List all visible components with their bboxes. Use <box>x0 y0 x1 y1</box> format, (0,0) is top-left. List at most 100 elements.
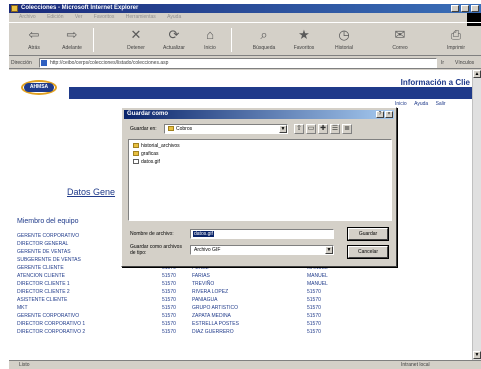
table-cell[interactable]: 51570 <box>307 288 321 296</box>
filename-label: Nombre de archivo: <box>130 231 174 237</box>
list-view-icon[interactable]: ☰ <box>330 124 340 134</box>
stop-button[interactable]: ✕ Detener <box>121 26 151 54</box>
chevron-down-icon[interactable]: ▼ <box>279 125 287 133</box>
new-folder-icon[interactable]: ✚ <box>318 124 328 134</box>
table-cell[interactable]: 51570 <box>162 328 176 336</box>
table-cell[interactable]: 51570 <box>162 312 176 320</box>
datos-generales-link[interactable]: Datos Gene <box>67 187 115 197</box>
table-cell[interactable]: DIAZ GUERRERO <box>192 328 234 336</box>
table-cell[interactable]: GERENTE CORPORATIVO <box>17 232 79 240</box>
mail-icon: ✉ <box>394 27 406 42</box>
details-view-icon[interactable]: ≣ <box>342 124 352 134</box>
table-cell[interactable]: ASISTENTE CLIENTE <box>17 296 67 304</box>
vertical-scrollbar[interactable]: ▲ ▼ <box>472 70 481 360</box>
filetype-select[interactable]: Archivo GIF ▼ <box>190 245 334 255</box>
table-cell[interactable]: MANUEL <box>307 280 328 288</box>
table-cell[interactable]: 51570 <box>307 304 321 312</box>
table-row: GERENTE CORPORATIVO 51570 ZAPATA MEDINA 515… <box>17 312 472 320</box>
home-button[interactable]: ⌂ Inicio <box>195 26 225 54</box>
folder-icon <box>133 143 139 149</box>
folder-icon <box>133 151 139 157</box>
minimize-button[interactable] <box>451 5 459 12</box>
menu-ver[interactable]: Ver <box>75 14 83 20</box>
address-bar: Dirección http://ceibo/cerps/colecciones… <box>9 57 481 69</box>
back-arrow-icon: ⇦ <box>28 27 40 42</box>
status-text: Listo <box>19 362 30 368</box>
table-cell[interactable]: DIRECTOR CLIENTE 2 <box>17 288 70 296</box>
header-band <box>69 87 472 99</box>
table-cell[interactable]: 51570 <box>162 272 176 280</box>
maximize-button[interactable] <box>461 5 469 12</box>
table-cell[interactable]: DIRECTOR CORPORATIVO 1 <box>17 320 85 328</box>
menu-herramientas[interactable]: Herramientas <box>126 14 156 20</box>
table-cell[interactable]: MANUEL <box>307 272 328 280</box>
links-button[interactable]: Vínculos <box>455 59 474 67</box>
print-button[interactable]: ⎙ Imprimir <box>441 26 471 54</box>
table-cell[interactable]: 51570 <box>307 328 321 336</box>
dialog-help-button[interactable]: ? <box>376 111 384 118</box>
table-cell[interactable]: DIRECTOR GENERAL <box>17 240 68 248</box>
table-cell[interactable]: 51570 <box>162 304 176 312</box>
table-cell[interactable]: 51570 <box>162 296 176 304</box>
save-in-select[interactable]: Cobros ▼ <box>164 124 288 134</box>
back-button[interactable]: ⇦ Atrás <box>19 26 49 54</box>
table-cell[interactable]: 51570 <box>307 296 321 304</box>
menu-favoritos[interactable]: Favoritos <box>94 14 115 20</box>
table-cell[interactable]: 51570 <box>162 320 176 328</box>
nav-link-salir[interactable]: Salir <box>436 101 446 107</box>
table-cell[interactable]: ATENCION CLIENTE <box>17 272 65 280</box>
table-cell[interactable]: ZAPATA MEDINA <box>192 312 231 320</box>
table-cell[interactable]: ESTRELLA POSTES <box>192 320 239 328</box>
table-row: DIRECTOR CORPORATIVO 2 51570 DIAZ GUERRERO… <box>17 328 472 336</box>
scroll-down-icon[interactable]: ▼ <box>473 351 481 359</box>
browser-toolbar: ⇦ Atrás ⇨ Adelante ✕ Detener ⟳ Actualiza… <box>9 22 481 56</box>
table-cell[interactable]: GERENTE DE VENTAS <box>17 248 71 256</box>
file-list[interactable]: historial_archivos graficas datos.gif <box>128 139 392 221</box>
nav-link-ayuda[interactable]: Ayuda <box>414 101 428 107</box>
page-icon <box>41 60 47 66</box>
table-cell[interactable]: 51570 <box>307 320 321 328</box>
mail-button[interactable]: ✉ Correo <box>385 26 415 54</box>
forward-button[interactable]: ⇨ Adelante <box>57 26 87 54</box>
close-button[interactable] <box>471 5 479 12</box>
cancel-button[interactable]: Cancelar <box>348 246 388 258</box>
table-row: MKT 51570 GRUPO ARTISTICO 51570 <box>17 304 472 312</box>
menu-edicion[interactable]: Edición <box>47 14 63 20</box>
dialog-close-button[interactable]: × <box>385 111 393 118</box>
table-cell[interactable]: SUBGERENTE DE VENTAS <box>17 256 81 264</box>
table-cell[interactable]: GERENTE CLIENTE <box>17 264 64 272</box>
table-cell[interactable]: GRUPO ARTISTICO <box>192 304 238 312</box>
file-item[interactable]: datos.gif <box>133 159 160 166</box>
chevron-down-icon[interactable]: ▼ <box>325 246 333 254</box>
history-button[interactable]: ◷ Historial <box>329 26 359 54</box>
table-cell[interactable]: DIRECTOR CORPORATIVO 2 <box>17 328 85 336</box>
table-cell[interactable]: GERENTE CORPORATIVO <box>17 312 79 320</box>
table-cell[interactable]: 51570 <box>307 312 321 320</box>
table-cell[interactable]: PANIAGUA <box>192 296 217 304</box>
dialog-title: Guardar como <box>124 110 394 119</box>
file-item[interactable]: graficas <box>133 151 159 158</box>
file-item[interactable]: historial_archivos <box>133 143 180 150</box>
filename-field[interactable]: datos.gif <box>190 229 334 239</box>
menu-ayuda[interactable]: Ayuda <box>167 14 181 20</box>
refresh-button[interactable]: ⟳ Actualizar <box>159 26 189 54</box>
favorites-button[interactable]: ★ Favoritos <box>289 26 319 54</box>
table-cell[interactable]: 51570 <box>162 280 176 288</box>
save-as-dialog: Guardar como ? × Guardar en: Cobros ▼ ⇧ … <box>121 107 397 267</box>
go-button[interactable]: Ir <box>441 59 444 67</box>
table-cell[interactable]: 51570 <box>162 288 176 296</box>
scroll-up-icon[interactable]: ▲ <box>473 70 481 78</box>
table-cell[interactable]: DIRECTOR CLIENTE 1 <box>17 280 70 288</box>
table-cell[interactable]: TREVIÑO <box>192 280 214 288</box>
table-cell[interactable]: FARIAS <box>192 272 210 280</box>
table-row: ASISTENTE CLIENTE 51570 PANIAGUA 51570 <box>17 296 472 304</box>
desktop-icon[interactable]: ▭ <box>306 124 316 134</box>
address-input[interactable]: http://ceibo/cerps/colecciones/listado/c… <box>39 58 437 68</box>
table-cell[interactable]: MKT <box>17 304 28 312</box>
menu-archivo[interactable]: Archivo <box>19 14 36 20</box>
table-cell[interactable]: RIVERA LOPEZ <box>192 288 228 296</box>
save-button[interactable]: Guardar <box>348 228 388 240</box>
search-button[interactable]: ⌕ Búsqueda <box>249 26 279 54</box>
status-zone: Intranet local <box>401 362 430 368</box>
up-folder-icon[interactable]: ⇧ <box>294 124 304 134</box>
